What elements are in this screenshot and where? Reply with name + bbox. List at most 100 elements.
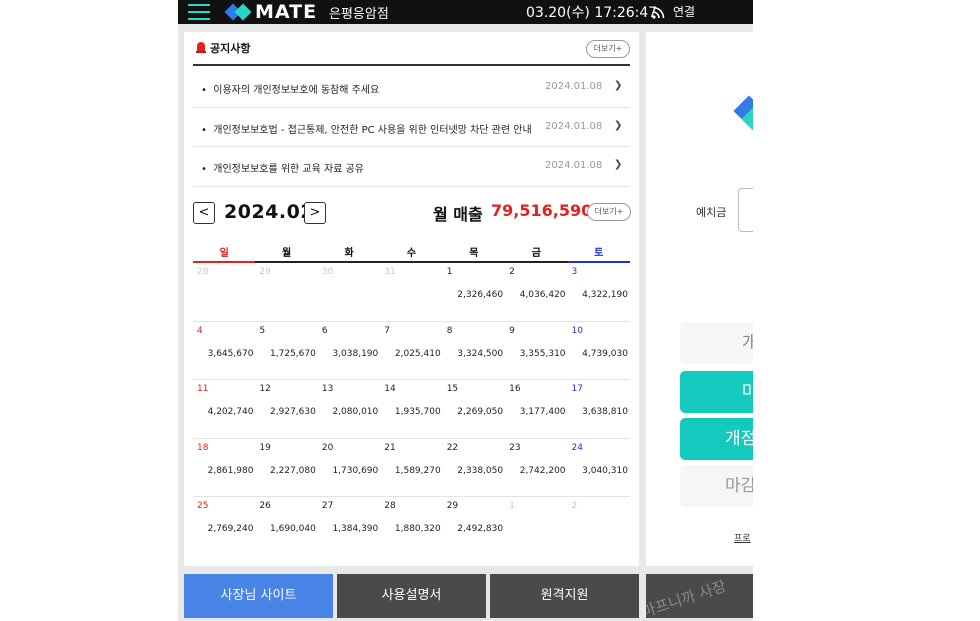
calendar-day-cell[interactable]: 7 2,025,410: [380, 322, 442, 380]
calendar-day-cell[interactable]: 11 4,202,740: [193, 380, 255, 438]
day-sales-amount: 1,589,270: [394, 465, 441, 476]
day-number: 8: [446, 325, 453, 336]
calendar-day-cell[interactable]: 18 2,861,980: [193, 439, 255, 497]
day-sales-amount: 1,690,040: [270, 524, 316, 535]
day-sales-amount: 4,322,190: [582, 290, 628, 300]
notice-item-text: • 이용자의 개인정보보호에 동참해 주세요: [201, 85, 380, 96]
calendar-day-cell[interactable]: 17 3,638,810: [568, 380, 630, 438]
day-number: 9: [509, 325, 515, 336]
calendar-day-cell[interactable]: 8 3,324,500: [443, 322, 505, 380]
calendar-day-cell[interactable]: 28: [193, 263, 255, 321]
day-number: 30: [321, 267, 334, 277]
notice-item-date: 2024.01.08: [545, 120, 603, 132]
calendar-day-cell[interactable]: 20 1,730,690: [318, 439, 380, 497]
notice-more-button[interactable]: 더보기+: [586, 40, 630, 58]
calendar-day-cell[interactable]: 15 2,269,050: [443, 380, 505, 438]
calendar-day-cell[interactable]: 2: [568, 497, 630, 556]
program-link[interactable]: 프로: [734, 531, 751, 544]
notice-list: • 이용자의 개인정보보호에 동참해 주세요 2024.01.08 ❯ • 개인…: [193, 68, 630, 187]
calendar-day-cell[interactable]: 14 1,935,700: [380, 380, 442, 438]
calendar-day-cell[interactable]: 13 2,080,010: [318, 380, 380, 438]
monthly-sales-value: 79,516,590: [491, 201, 593, 220]
day-number: 11: [197, 384, 209, 395]
calendar-day-cell[interactable]: 28 1,880,320: [380, 497, 442, 556]
open-store-button[interactable]: 개점: [680, 418, 753, 460]
calendar-day-cell[interactable]: 23 2,742,200: [505, 439, 567, 497]
day-number: 1: [509, 501, 515, 512]
calendar-day-cell[interactable]: 21 1,589,270: [380, 439, 442, 497]
day-sales-amount: 1,730,690: [332, 465, 379, 476]
manual-button[interactable]: 사용설명서: [337, 574, 486, 618]
day-number: 28: [197, 267, 209, 277]
day-sales-amount: 2,080,010: [332, 407, 379, 418]
extra-button[interactable]: [646, 574, 753, 618]
menu-icon[interactable]: [188, 2, 210, 21]
day-number: 1: [446, 267, 453, 277]
notice-item-text: • 개인정보보호법 - 접근통제, 안전한 PC 사용을 위한 인터넷망 차단 …: [201, 124, 532, 136]
calendar-day-cell[interactable]: 30: [318, 263, 380, 321]
day-sales-amount: 1,725,670: [270, 348, 316, 359]
notice-item[interactable]: • 개인정보보호를 위한 교육 자료 공유 2024.01.08 ❯: [193, 147, 630, 187]
day-number: 5: [259, 325, 266, 336]
deposit-field[interactable]: [738, 188, 753, 232]
notice-item[interactable]: • 개인정보보호법 - 접근통제, 안전한 PC 사용을 위한 인터넷망 차단 …: [193, 108, 630, 147]
day-sales-amount: 3,355,310: [519, 348, 566, 359]
day-number: 29: [259, 267, 271, 277]
day-number: 20: [321, 442, 334, 453]
calendar-day-cell[interactable]: 10 4,739,030: [568, 322, 630, 380]
day-number: 12: [259, 384, 271, 395]
calendar-grid: 28 29 30 31 1 2,326,460 2 4,036,420 3 4,322,190 4 3…: [193, 263, 630, 556]
calendar-day-cell[interactable]: 3 4,322,190: [568, 263, 630, 321]
calendar-day-cell[interactable]: 31: [380, 263, 442, 321]
calendar-day-cell[interactable]: 2 4,036,420: [505, 263, 567, 321]
day-number: 26: [259, 501, 271, 512]
calendar-day-cell[interactable]: 4 3,645,670: [193, 322, 255, 380]
action-button-1[interactable]: 개: [680, 322, 753, 364]
calendar-day-cell[interactable]: 1: [505, 497, 567, 556]
chevron-right-icon: ❯: [614, 159, 623, 170]
remote-support-button[interactable]: 원격지원: [490, 574, 639, 618]
calendar-day-cell[interactable]: 26 1,690,040: [255, 497, 317, 556]
day-sales-amount: 1,880,320: [394, 524, 441, 535]
day-number: 24: [571, 442, 583, 453]
day-number: 2: [571, 501, 578, 512]
close-store-button[interactable]: 마감: [680, 465, 753, 507]
calendar-day-cell[interactable]: 29 2,492,830: [443, 497, 505, 556]
day-number: 18: [197, 442, 209, 453]
calendar-day-cell[interactable]: 9 3,355,310: [505, 322, 567, 380]
calendar-day-cell[interactable]: 19 2,227,080: [255, 439, 317, 497]
prev-month-button[interactable]: <: [193, 202, 215, 224]
calendar-day-cell[interactable]: 29: [255, 263, 317, 321]
calendar-day-cell[interactable]: 24 3,040,310: [568, 439, 630, 497]
calendar-day-cell[interactable]: 22 2,338,050: [443, 439, 505, 497]
calendar-day-cell[interactable]: 6 3,038,190: [318, 322, 380, 380]
calendar-week-row: 28 29 30 31 1 2,326,460 2 4,036,420 3 4,322,190: [193, 263, 630, 322]
calendar-day-cell[interactable]: 12 2,927,630: [255, 380, 317, 438]
day-number: 29: [446, 501, 459, 512]
sales-more-button[interactable]: 더보기+: [587, 203, 631, 221]
top-bar: MATE 은평응암점 03.20(수) 17:26:47 연결: [178, 0, 753, 24]
day-number: 25: [197, 501, 209, 512]
day-sales-amount: 3,040,310: [582, 465, 628, 476]
calendar-day-cell[interactable]: 5 1,725,670: [255, 322, 317, 380]
action-button-2[interactable]: 마: [680, 371, 753, 413]
calendar-day-cell[interactable]: 1 2,326,460: [443, 263, 505, 321]
calendar-day-cell[interactable]: 16 3,177,400: [505, 380, 567, 438]
notice-item-date: 2024.01.08: [545, 81, 603, 92]
owner-site-button[interactable]: 사장님 사이트: [184, 574, 333, 618]
day-number: 16: [509, 384, 521, 395]
wifi-icon: [652, 6, 665, 19]
datetime-display: 03.20(수) 17:26:47: [526, 5, 658, 21]
day-number: 10: [571, 325, 583, 336]
day-sales-amount: 2,326,460: [457, 290, 504, 300]
day-sales-amount: 2,861,980: [207, 465, 254, 476]
notice-item[interactable]: • 이용자의 개인정보보호에 동참해 주세요 2024.01.08 ❯: [193, 68, 630, 108]
calendar-day-cell[interactable]: 27 1,384,390: [318, 497, 380, 556]
calendar-header: < 2024.02 > 월 매출 79,516,590 더보기+: [193, 198, 631, 226]
day-number: 19: [259, 442, 271, 453]
day-sales-amount: 3,324,500: [457, 348, 504, 359]
alarm-icon: [196, 42, 206, 53]
calendar-day-cell[interactable]: 25 2,769,240: [193, 497, 255, 556]
day-number: 31: [384, 267, 396, 277]
next-month-button[interactable]: >: [304, 202, 326, 224]
